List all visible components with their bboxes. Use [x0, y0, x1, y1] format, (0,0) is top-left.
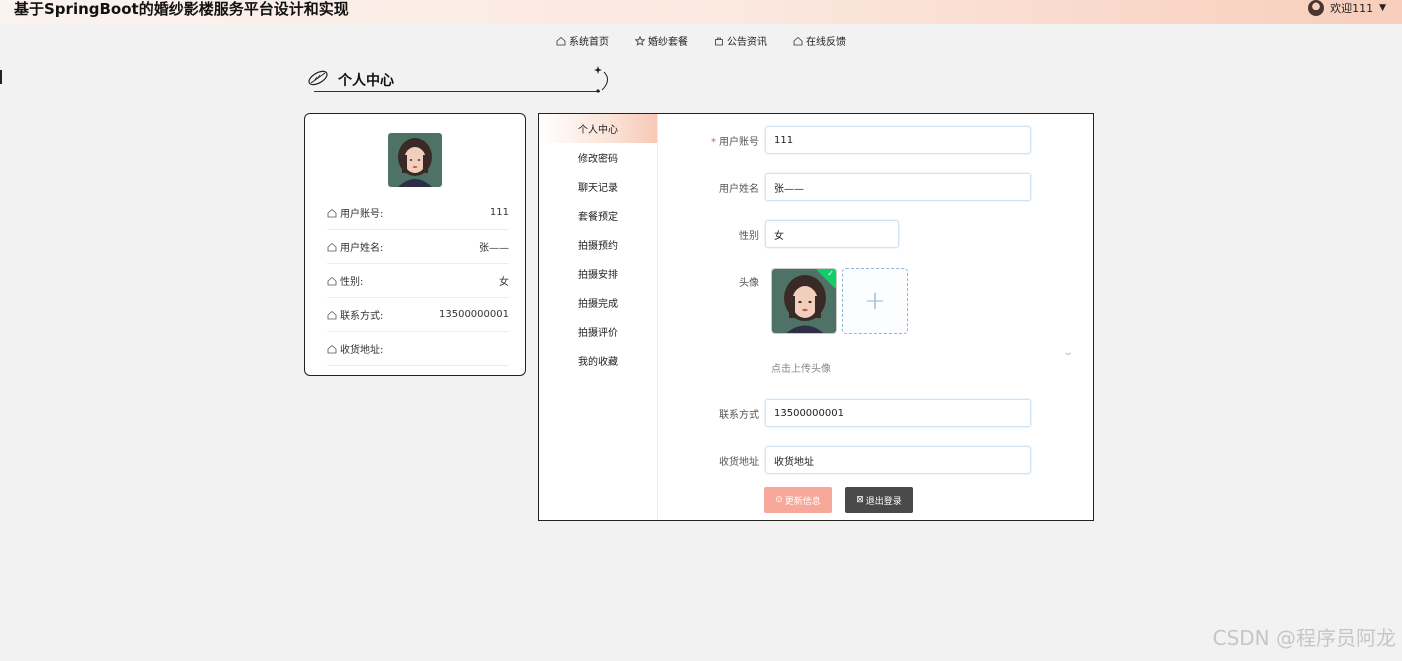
- nav-item-news[interactable]: 公告资讯: [714, 33, 767, 48]
- nav-item-feedback[interactable]: 在线反馈: [793, 33, 846, 48]
- logout-label: 退出登录: [865, 496, 902, 507]
- info-label: 用户账号:: [340, 209, 384, 220]
- home-icon: [327, 242, 337, 251]
- home-icon: [327, 344, 337, 353]
- info-label: 联系方式:: [340, 311, 384, 322]
- name-label: 用户姓名: [719, 183, 759, 195]
- menu-item-package-booking[interactable]: 套餐预定: [539, 201, 657, 230]
- info-row-name: 用户姓名: 张——: [327, 230, 509, 264]
- profile-card: 用户账号: 111 用户姓名: 张—— 性别: 女 联系方式: 13500000…: [304, 113, 526, 376]
- info-row-phone: 联系方式: 13500000001: [327, 298, 509, 332]
- info-row-address: 收货地址:: [327, 332, 509, 366]
- form-row-phone: 联系方式: [659, 399, 1031, 427]
- form-row-account: * 用户账号: [659, 126, 1031, 154]
- star-icon: [635, 35, 645, 46]
- update-info-button[interactable]: ⊙ 更新信息: [764, 487, 832, 513]
- info-value: 女: [499, 277, 509, 288]
- home-icon: [327, 208, 337, 217]
- page-title: 个人中心: [338, 73, 394, 89]
- user-avatar[interactable]: [1308, 0, 1325, 16]
- address-input[interactable]: [765, 446, 1031, 474]
- edge-mark: [0, 70, 2, 84]
- main-nav: 系统首页 婚纱套餐 公告资讯 在线反馈: [0, 33, 1402, 48]
- form-row-name: 用户姓名: [659, 173, 1031, 201]
- form-row-address: 收货地址: [659, 446, 1031, 474]
- gender-label: 性别: [739, 230, 759, 242]
- welcome-text[interactable]: 欢迎111: [1330, 0, 1373, 16]
- menu-item-favorites[interactable]: 我的收藏: [539, 346, 657, 375]
- upload-avatar-button[interactable]: +: [842, 268, 908, 334]
- info-label: 收货地址:: [340, 345, 384, 356]
- menu-item-shoot-schedule[interactable]: 拍摄安排: [539, 259, 657, 288]
- menu-item-profile[interactable]: 个人中心: [539, 114, 657, 143]
- sparkle-icon: [594, 66, 608, 93]
- nav-item-home[interactable]: 系统首页: [556, 33, 609, 48]
- home-icon: [793, 36, 803, 45]
- form-row-gender: 性别 女: [659, 220, 899, 248]
- side-menu: 个人中心 修改密码 聊天记录 套餐预定 拍摄预约 拍摄安排 拍摄完成 拍摄评价 …: [539, 114, 658, 520]
- leaf-icon: [308, 70, 328, 86]
- bag-icon: [715, 37, 723, 45]
- avatar-preview[interactable]: ✓: [771, 268, 837, 334]
- menu-item-change-password[interactable]: 修改密码: [539, 143, 657, 172]
- address-label: 收货地址: [719, 456, 759, 468]
- form-row-avatar-label: 头像: [659, 274, 765, 289]
- upload-hint: 点击上传头像: [771, 364, 831, 375]
- chevron-down-icon[interactable]: ⌄: [1062, 347, 1074, 358]
- logout-button[interactable]: ⊠ 退出登录: [845, 487, 913, 513]
- info-row-account: 用户账号: 111: [327, 196, 509, 230]
- avatar-label: 头像: [739, 278, 759, 289]
- update-label: 更新信息: [784, 496, 821, 507]
- top-bar: 基于SpringBoot的婚纱影楼服务平台设计和实现 欢迎111 ▼: [0, 0, 1402, 24]
- caret-down-icon[interactable]: ▼: [1379, 3, 1386, 13]
- menu-item-chat-history[interactable]: 聊天记录: [539, 172, 657, 201]
- nav-label: 婚纱套餐: [648, 37, 688, 48]
- phone-input[interactable]: [765, 399, 1031, 427]
- menu-item-shoot-complete[interactable]: 拍摄完成: [539, 288, 657, 317]
- info-label: 性别:: [340, 277, 364, 288]
- required-mark: *: [711, 136, 716, 148]
- account-input[interactable]: [765, 126, 1031, 154]
- nav-item-packages[interactable]: 婚纱套餐: [635, 33, 688, 48]
- home-icon: [327, 310, 337, 319]
- info-row-gender: 性别: 女: [327, 264, 509, 298]
- info-label: 用户姓名:: [340, 243, 384, 254]
- user-menu[interactable]: 欢迎111 ▼: [1308, 0, 1386, 16]
- app-title: 基于SpringBoot的婚纱影楼服务平台设计和实现: [14, 0, 349, 18]
- section-title: 个人中心: [306, 64, 616, 94]
- nav-label: 系统首页: [569, 37, 609, 48]
- name-input[interactable]: [765, 173, 1031, 201]
- profile-photo: [388, 133, 442, 187]
- title-underline: [314, 91, 600, 92]
- main-panel: 个人中心 修改密码 聊天记录 套餐预定 拍摄预约 拍摄安排 拍摄完成 拍摄评价 …: [538, 113, 1094, 521]
- phone-label: 联系方式: [719, 409, 759, 421]
- account-label: 用户账号: [719, 136, 759, 148]
- info-value: 111: [489, 207, 509, 218]
- home-icon: [556, 36, 566, 45]
- info-value: 13500000001: [439, 309, 509, 320]
- gender-select[interactable]: 女: [765, 220, 899, 248]
- circle-check-icon: ⊙: [775, 495, 783, 505]
- nav-label: 公告资讯: [727, 37, 767, 48]
- info-value: 张——: [479, 243, 509, 254]
- nav-label: 在线反馈: [806, 37, 846, 48]
- watermark: CSDN @程序员阿龙: [1212, 626, 1396, 650]
- menu-item-shoot-review[interactable]: 拍摄评价: [539, 317, 657, 346]
- menu-item-shoot-appointment[interactable]: 拍摄预约: [539, 230, 657, 259]
- close-square-icon: ⊠: [856, 495, 864, 505]
- home-icon: [327, 276, 337, 285]
